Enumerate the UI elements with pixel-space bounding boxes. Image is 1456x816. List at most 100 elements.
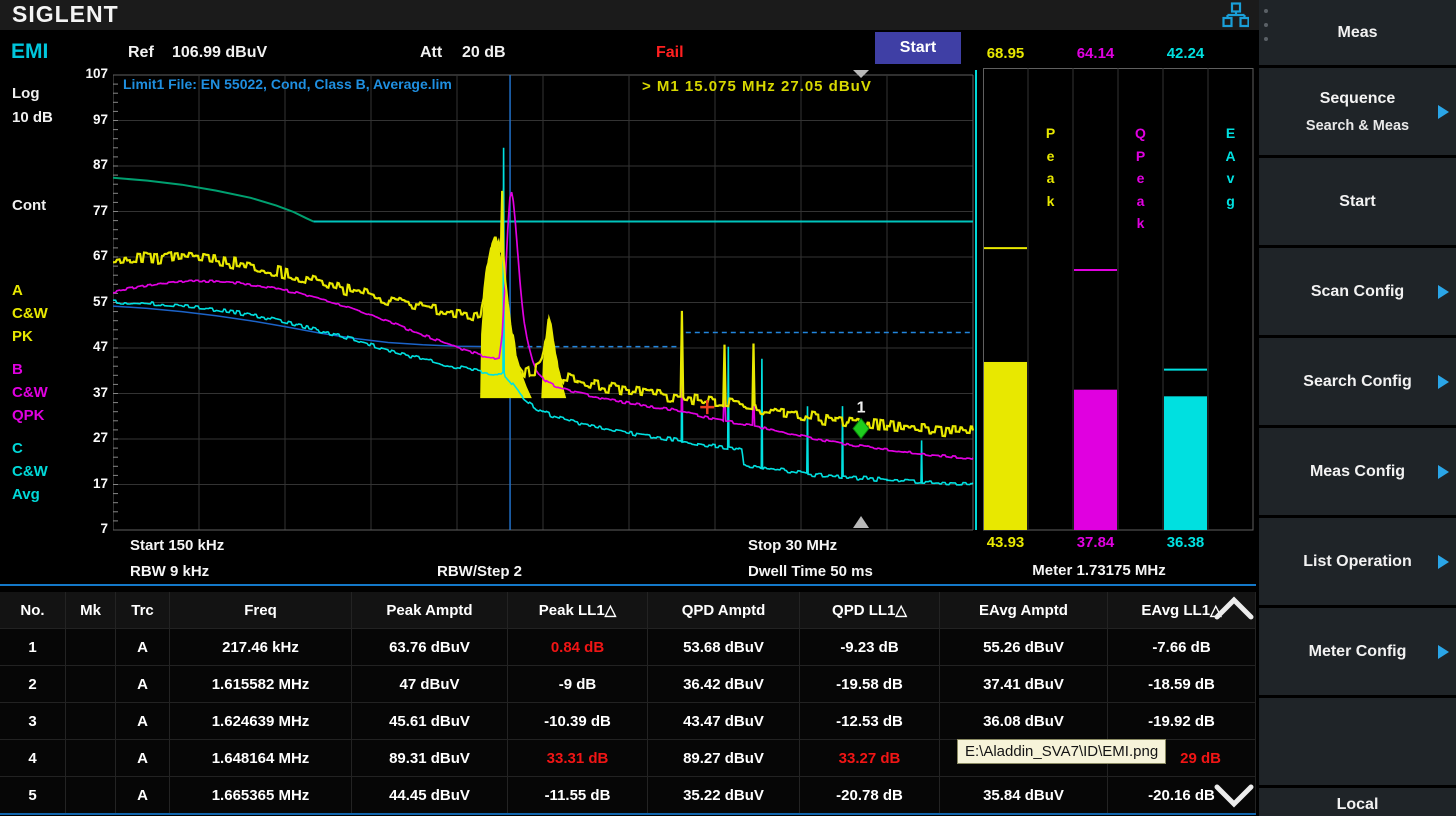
table-cell: -10.39 dB	[508, 703, 648, 740]
table-cell: 2	[0, 666, 66, 703]
table-cell: -19.92 dB	[1108, 703, 1256, 740]
table-cell: 36.08 dBuV	[940, 703, 1108, 740]
dwell-time-label[interactable]: Dwell Time 50 ms	[748, 563, 873, 580]
menu-item-meas[interactable]: Meas	[1259, 0, 1456, 65]
submenu-arrow-icon	[1438, 375, 1449, 389]
m1-bottom-indicator	[853, 516, 869, 528]
table-row[interactable]: 5A1.665365 MHz44.45 dBuV-11.55 dB35.22 d…	[0, 777, 1256, 814]
scale-label[interactable]: 10 dB	[12, 109, 53, 126]
m1-marker-label: 1	[857, 400, 866, 417]
menu-item-local[interactable]: Local	[1259, 788, 1456, 816]
x-start-label[interactable]: Start 150 kHz	[130, 537, 224, 554]
y-axis-tick: 77	[60, 203, 108, 218]
menu-item-search-config[interactable]: Search Config	[1259, 338, 1456, 425]
table-cell: 53.68 dBuV	[648, 629, 800, 666]
table-cell: 55.26 dBuV	[940, 629, 1108, 666]
series-limit1-curve	[113, 178, 313, 222]
table-row[interactable]: 1A217.46 kHz63.76 dBuV0.84 dB53.68 dBuV-…	[0, 629, 1256, 666]
table-row[interactable]: 2A1.615582 MHz47 dBuV-9 dB36.42 dBuV-19.…	[0, 666, 1256, 703]
scroll-up-icon[interactable]	[1212, 592, 1256, 625]
table-cell: 0.84 dB	[508, 629, 648, 666]
table-header-cell[interactable]: EAvg Amptd	[940, 592, 1108, 629]
rbw-label[interactable]: RBW 9 kHz	[130, 563, 209, 580]
menu-item-meas-config[interactable]: Meas Config	[1259, 428, 1456, 515]
table-cell: 35.22 dBuV	[648, 777, 800, 814]
meter-freq-label[interactable]: Meter 1.73175 MHz	[983, 562, 1215, 579]
m1-top-indicator	[853, 70, 869, 78]
table-header-cell[interactable]: Peak Amptd	[352, 592, 508, 629]
table-cell: -18.59 dB	[1108, 666, 1256, 703]
table-cell: -20.78 dB	[800, 777, 940, 814]
meter-bar-label: Q P e a k	[1118, 122, 1163, 235]
menu-item-sequence[interactable]: SequenceSearch & Meas	[1259, 68, 1456, 155]
sweep-mode-label[interactable]: Cont	[12, 197, 46, 214]
trace-legend-line: A	[12, 279, 48, 302]
ref-label: Ref	[128, 44, 154, 62]
menu-item-meter-config[interactable]: Meter Config	[1259, 608, 1456, 695]
table-header-cell[interactable]: No.	[0, 592, 66, 629]
trace-legend-line: C&W	[12, 302, 48, 325]
submenu-arrow-icon	[1438, 105, 1449, 119]
menu-item-label: Meas	[1337, 24, 1377, 42]
att-value[interactable]: 20 dB	[462, 44, 506, 62]
trace-legend-line: Avg	[12, 483, 48, 506]
table-cell: -11.55 dB	[508, 777, 648, 814]
trace-legend-line: C&W	[12, 460, 48, 483]
y-axis-tick: 27	[60, 430, 108, 445]
table-cell: 36.42 dBuV	[648, 666, 800, 703]
table-cell: A	[116, 740, 170, 777]
att-label: Att	[420, 44, 442, 62]
x-stop-label[interactable]: Stop 30 MHz	[748, 537, 837, 554]
table-cell: 1	[0, 629, 66, 666]
m1-marker-icon	[853, 419, 869, 439]
y-axis-tick: 67	[60, 248, 108, 263]
trace-legend-line: B	[12, 358, 48, 381]
table-cell: 1.615582 MHz	[170, 666, 352, 703]
y-axis-tick: 87	[60, 157, 108, 172]
table-cell: 37.41 dBuV	[940, 666, 1108, 703]
table-cell: 3	[0, 703, 66, 740]
menu-item-list-operation[interactable]: List Operation	[1259, 518, 1456, 605]
y-axis-tick: 57	[60, 294, 108, 309]
table-cell: -7.66 dB	[1108, 629, 1256, 666]
table-header-cell[interactable]: Freq	[170, 592, 352, 629]
scroll-down-icon[interactable]	[1212, 779, 1256, 812]
y-axis-tick: 37	[60, 385, 108, 400]
table-cell: 5	[0, 777, 66, 814]
menu-item-label: Scan Config	[1311, 283, 1404, 301]
table-cell: -9 dB	[508, 666, 648, 703]
meter-max-value: 68.95	[983, 45, 1028, 62]
trace-legend-c[interactable]: CC&WAvg	[12, 437, 48, 506]
menu-item-label: Meas Config	[1310, 463, 1405, 481]
meter-bar-label: E A v g	[1208, 122, 1253, 212]
y-axis-tick: 17	[60, 476, 108, 491]
file-path-tooltip: E:\Aladdin_SVA7\ID\EMI.png	[957, 739, 1166, 764]
table-header-cell[interactable]: QPD LL1△	[800, 592, 940, 629]
rbw-step-label[interactable]: RBW/Step 2	[437, 563, 522, 580]
table-cell: -19.58 dB	[800, 666, 940, 703]
table-cell: 63.76 dBuV	[352, 629, 508, 666]
table-row[interactable]: 3A1.624639 MHz45.61 dBuV-10.39 dB43.47 d…	[0, 703, 1256, 740]
limit-file-note: Limit1 File: EN 55022, Cond, Class B, Av…	[123, 76, 452, 92]
status-badge: Fail	[656, 44, 684, 62]
menu-item-scan-config[interactable]: Scan Config	[1259, 248, 1456, 335]
table-header-cell[interactable]: Trc	[116, 592, 170, 629]
scale-type-label[interactable]: Log	[12, 85, 40, 102]
table-cell: 89.27 dBuV	[648, 740, 800, 777]
menu-item-start[interactable]: Start	[1259, 158, 1456, 245]
marker-readout: > M1 15.075 MHz 27.05 dBuV	[642, 78, 872, 95]
trace-legend-b[interactable]: BC&WQPK	[12, 358, 48, 427]
spectrum-chart: 1	[113, 68, 979, 531]
meter-bar-label: P e a k	[1028, 122, 1073, 212]
y-axis-tick: 107	[60, 66, 108, 81]
series-limit2-dash-high	[682, 333, 973, 347]
table-header-cell[interactable]: QPD Amptd	[648, 592, 800, 629]
submenu-arrow-icon	[1438, 465, 1449, 479]
table-header-cell[interactable]: Mk	[66, 592, 116, 629]
table-header-cell[interactable]: Peak LL1△	[508, 592, 648, 629]
table-header-row: No.MkTrcFreqPeak AmptdPeak LL1△QPD Amptd…	[0, 592, 1256, 629]
trace-legend-a[interactable]: AC&WPK	[12, 279, 48, 348]
ref-value[interactable]: 106.99 dBuV	[172, 44, 267, 62]
start-button[interactable]: Start	[875, 32, 961, 64]
network-icon[interactable]	[1222, 2, 1249, 28]
